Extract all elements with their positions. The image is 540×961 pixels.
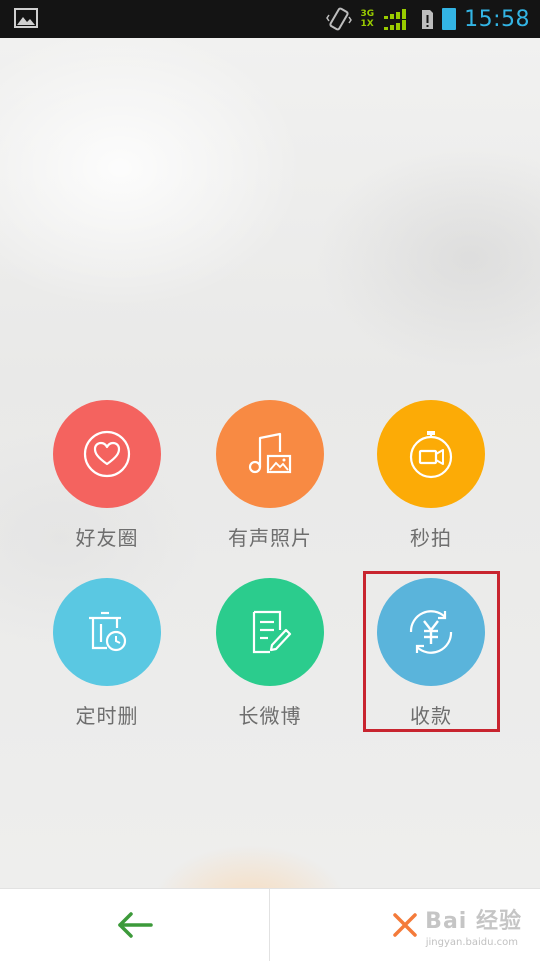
menu-item-friends-circle[interactable]: 好友圈	[42, 400, 172, 570]
watermark-url: jingyan.baidu.com	[425, 937, 518, 948]
arrow-left-icon	[117, 912, 153, 938]
menu-item-label: 秒拍	[410, 526, 452, 550]
bottom-bar: Bai 经验 jingyan.baidu.com	[0, 888, 540, 961]
menu-item-long-weibo[interactable]: 长微博	[205, 578, 335, 748]
timed-delete-icon	[53, 578, 161, 686]
close-x-icon	[393, 913, 417, 937]
menu-item-label: 定时删	[75, 704, 139, 728]
vibrate-icon	[326, 7, 353, 31]
status-clock: 15:58	[464, 6, 530, 32]
battery-icon	[442, 8, 457, 30]
menu-item-label: 好友圈	[75, 526, 139, 550]
video-timer-icon	[377, 400, 485, 508]
menu-item-label: 有声照片	[228, 526, 312, 550]
signal-strength-icon	[384, 9, 407, 30]
network-type: 3G 1X	[360, 9, 374, 29]
menu-item-miaopai[interactable]: 秒拍	[366, 400, 496, 570]
network-3g-label: 3G	[360, 9, 375, 19]
network-1x-label: 1X	[360, 19, 374, 29]
highlight-box	[363, 571, 500, 732]
back-button[interactable]	[0, 889, 269, 961]
menu-item-voice-photo[interactable]: 有声照片	[205, 400, 335, 570]
sim-alert-icon	[422, 10, 434, 29]
long-post-icon	[216, 578, 324, 686]
menu-item-label: 长微博	[238, 704, 302, 728]
music-photo-icon	[216, 400, 324, 508]
menu-item-timed-delete[interactable]: 定时删	[42, 578, 172, 748]
heart-icon	[53, 400, 161, 508]
watermark-text: Bai 经验	[425, 909, 522, 934]
status-bar: 3G 1X 15:58	[0, 0, 540, 38]
gallery-notification-icon	[14, 8, 38, 28]
